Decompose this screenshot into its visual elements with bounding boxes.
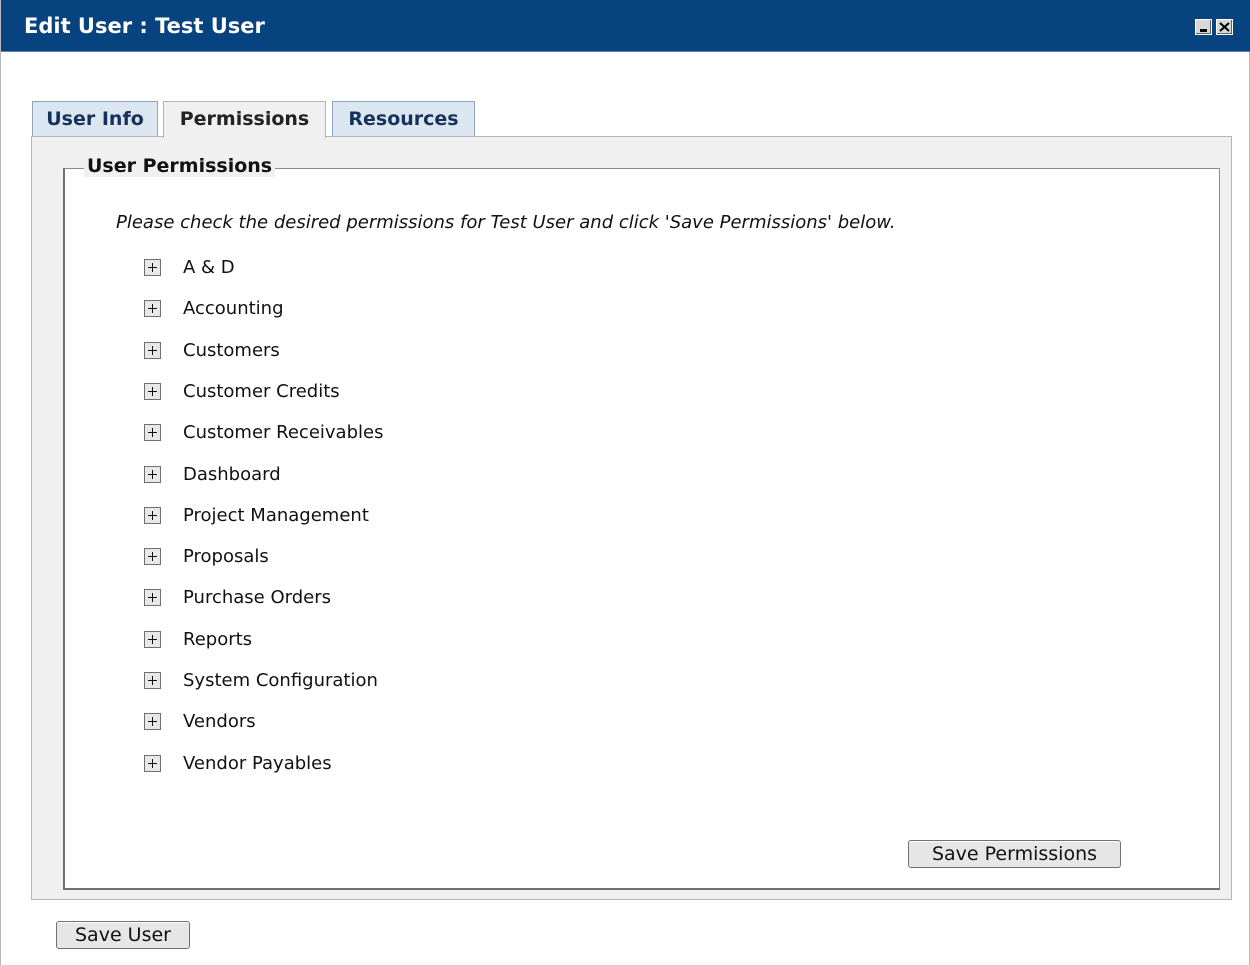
save-permissions-button[interactable]: Save Permissions: [908, 840, 1121, 868]
expand-plus-icon[interactable]: [144, 548, 161, 566]
expand-plus-icon[interactable]: [144, 713, 161, 731]
expand-plus-icon[interactable]: [144, 259, 161, 276]
expand-plus-icon[interactable]: [144, 672, 161, 689]
expand-plus-icon[interactable]: [144, 341, 161, 359]
close-icon[interactable]: [1216, 19, 1233, 35]
tree-item-label[interactable]: A & D: [183, 257, 235, 278]
tab-resources[interactable]: Resources: [332, 101, 475, 136]
tree-item: Vendors: [144, 711, 544, 737]
tree-item: Customer Receivables: [144, 422, 544, 448]
tree-item: A & D: [144, 257, 544, 283]
tree-item-label[interactable]: Reports: [183, 629, 252, 650]
tree-item: Vendor Payables: [144, 753, 544, 779]
fieldset-legend: User Permissions: [84, 155, 276, 177]
tree-item: Purchase Orders: [144, 587, 544, 613]
title-bar: Edit User : Test User: [1, 0, 1250, 52]
tree-item-label[interactable]: Purchase Orders: [183, 587, 331, 608]
instructions-text: Please check the desired permissions for…: [116, 212, 896, 233]
expand-plus-icon[interactable]: [144, 506, 161, 524]
expand-plus-icon[interactable]: [144, 754, 161, 772]
tab-permissions[interactable]: Permissions: [163, 101, 326, 138]
tree-item: Project Management: [144, 505, 544, 531]
tree-item-label[interactable]: Dashboard: [183, 464, 281, 485]
expand-plus-icon[interactable]: [144, 589, 161, 607]
tree-item-label[interactable]: Customers: [183, 340, 280, 361]
tree-item-label[interactable]: Vendors: [183, 711, 256, 732]
tree-item: Accounting: [144, 298, 544, 324]
tree-item: Customer Credits: [144, 381, 544, 407]
minimize-icon[interactable]: [1195, 19, 1212, 35]
tree-item-label[interactable]: Proposals: [183, 546, 269, 567]
tree-item-label[interactable]: Customer Credits: [183, 381, 340, 402]
user-permissions-fieldset: User Permissions Please check the desire…: [63, 155, 1220, 890]
tree-item-label[interactable]: Project Management: [183, 505, 369, 526]
tree-item: Dashboard: [144, 464, 544, 490]
tab-user-info[interactable]: User Info: [32, 101, 158, 136]
tree-item: Reports: [144, 629, 544, 655]
window-title: Edit User : Test User: [24, 14, 265, 38]
expand-plus-icon[interactable]: [144, 300, 161, 318]
tree-item-label[interactable]: Customer Receivables: [183, 422, 383, 443]
expand-plus-icon[interactable]: [144, 465, 161, 483]
tree-item-label[interactable]: System Configuration: [183, 670, 378, 691]
edit-user-window: Edit User : Test User User Info Permissi…: [0, 0, 1250, 965]
tree-item: Customers: [144, 340, 544, 366]
tree-item: Proposals: [144, 546, 544, 572]
tree-item-label[interactable]: Vendor Payables: [183, 753, 332, 774]
tab-panel: User Permissions Please check the desire…: [31, 136, 1232, 900]
expand-plus-icon[interactable]: [144, 424, 161, 442]
expand-plus-icon[interactable]: [144, 382, 161, 400]
tree-item-label[interactable]: Accounting: [183, 298, 284, 319]
tree-item: System Configuration: [144, 670, 544, 696]
save-user-button[interactable]: Save User: [56, 921, 190, 949]
expand-plus-icon[interactable]: [144, 630, 161, 648]
